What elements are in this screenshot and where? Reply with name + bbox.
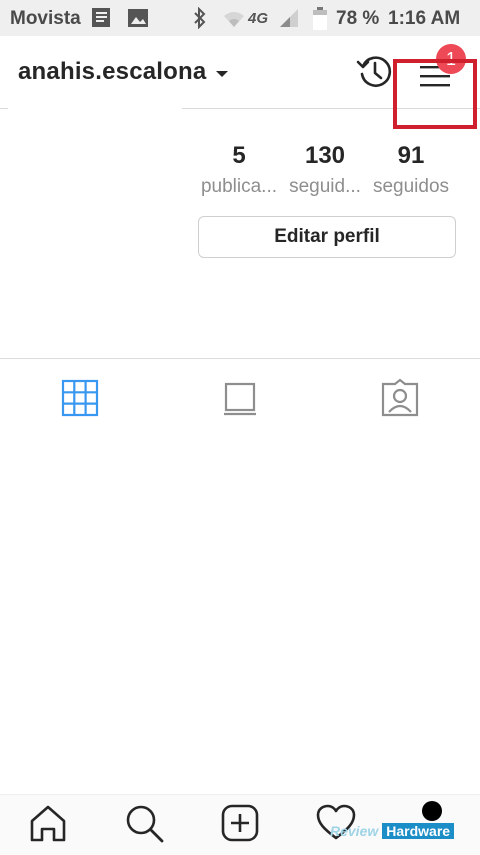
account-switcher[interactable]: anahis.escalona bbox=[18, 58, 229, 86]
profile-stats: 5 publica... 130 seguid... 91 seguidos bbox=[196, 142, 462, 212]
bluetooth-icon bbox=[192, 6, 208, 34]
image-icon bbox=[126, 7, 150, 34]
tagged-icon bbox=[381, 378, 419, 417]
following-stat[interactable]: 91 seguidos bbox=[368, 142, 454, 198]
tabs-divider bbox=[0, 358, 480, 359]
posts-label: publica... bbox=[200, 176, 278, 197]
profile-avatar-area[interactable] bbox=[8, 108, 182, 248]
chevron-down-icon bbox=[216, 71, 229, 77]
feed-icon bbox=[224, 382, 256, 416]
notes-icon bbox=[90, 7, 114, 34]
followers-count: 130 bbox=[304, 142, 346, 169]
posts-count: 5 bbox=[232, 142, 246, 169]
watermark-review: Review bbox=[330, 823, 379, 839]
status-bar: Movista 4G 78 % 1:16 AM bbox=[0, 0, 480, 36]
carrier-name: Movista bbox=[10, 8, 81, 29]
tab-tagged[interactable] bbox=[378, 376, 422, 420]
edit-profile-button[interactable]: Editar perfil bbox=[198, 216, 456, 258]
battery-percent: 78 % bbox=[336, 8, 380, 29]
notification-badge: 1 bbox=[436, 44, 466, 74]
watermark-hardware: Hardware bbox=[382, 823, 455, 839]
grid-icon bbox=[61, 379, 99, 417]
nav-search-button[interactable] bbox=[122, 801, 166, 845]
following-count: 91 bbox=[397, 142, 425, 169]
signal-icon bbox=[278, 7, 300, 34]
posts-stat[interactable]: 5 publica... bbox=[196, 142, 282, 198]
clock: 1:16 AM bbox=[388, 8, 461, 29]
history-icon bbox=[356, 56, 392, 87]
username: anahis.escalona bbox=[18, 58, 207, 85]
tab-feed[interactable] bbox=[218, 376, 262, 420]
followers-label: seguid... bbox=[289, 176, 361, 197]
tab-grid[interactable] bbox=[58, 376, 102, 420]
home-icon bbox=[30, 805, 66, 842]
nav-add-post-button[interactable] bbox=[218, 801, 262, 845]
network-type: 4G bbox=[248, 10, 269, 27]
watermark-logo: Review Hardware bbox=[330, 822, 455, 840]
profile-header: anahis.escalona 1 bbox=[0, 36, 480, 129]
nav-home-button[interactable] bbox=[26, 801, 70, 845]
add-post-icon bbox=[221, 804, 259, 842]
archive-history-button[interactable] bbox=[354, 52, 394, 92]
battery-icon bbox=[312, 7, 328, 36]
wifi-icon bbox=[222, 7, 246, 34]
search-icon bbox=[126, 805, 164, 843]
following-label: seguidos bbox=[372, 176, 450, 197]
followers-stat[interactable]: 130 seguid... bbox=[282, 142, 368, 198]
